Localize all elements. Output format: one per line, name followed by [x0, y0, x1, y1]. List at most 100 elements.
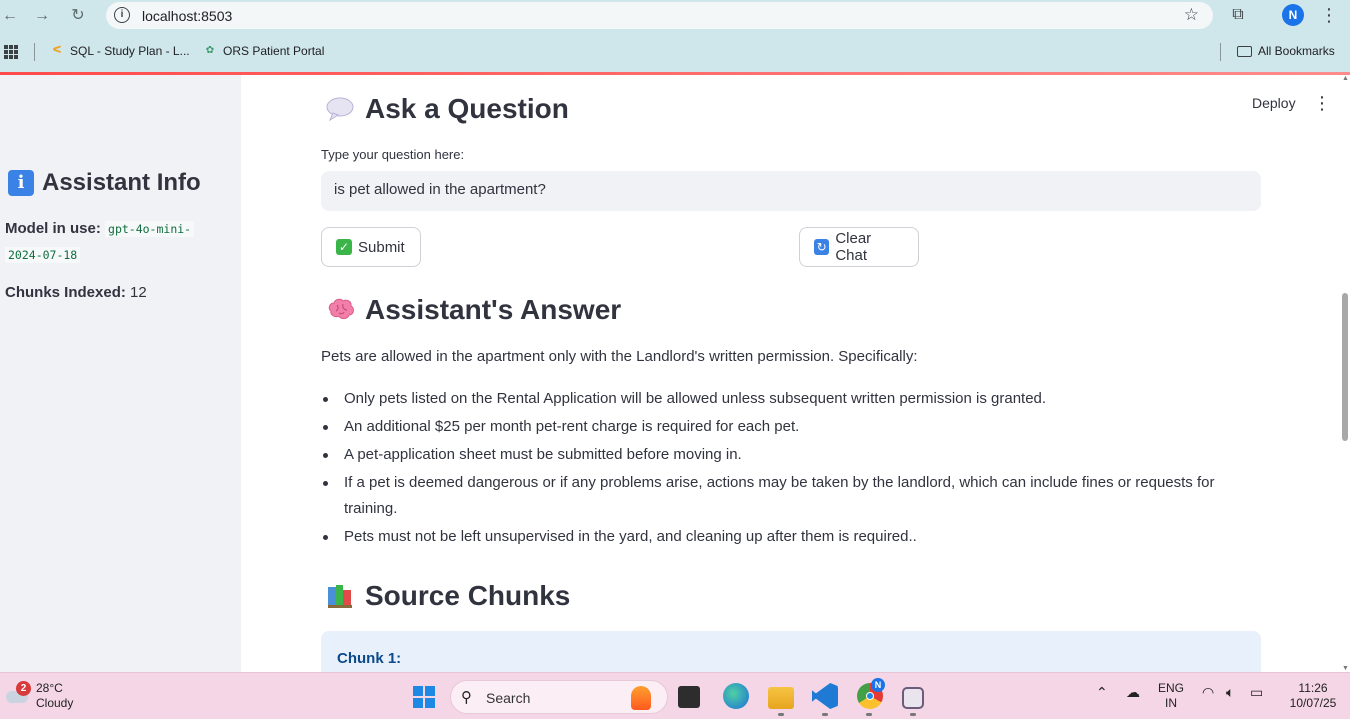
address-url[interactable]: localhost:8503 [142, 8, 232, 24]
chunks-value: 12 [130, 284, 147, 301]
scrollbar-thumb[interactable] [1342, 293, 1348, 441]
submit-label: Submit [358, 238, 405, 256]
app-menu-icon[interactable]: ⋮ [1313, 93, 1331, 114]
source-chunk-card: Chunk 1: [321, 631, 1261, 672]
back-arrow-icon[interactable]: ← [0, 6, 20, 26]
address-bar[interactable]: i localhost:8503 ☆ [106, 2, 1213, 29]
bookmark-label: ORS Patient Portal [223, 44, 325, 58]
bookmark-label: SQL - Study Plan - L... [70, 44, 190, 58]
profile-avatar[interactable]: N [1282, 4, 1304, 26]
taskbar-search[interactable]: ⚲ Search [450, 680, 668, 714]
scroll-down-icon[interactable]: ▼ [1342, 665, 1349, 672]
clock[interactable]: 11:26 10/07/25 [1283, 681, 1343, 711]
browser-toolbar: ← → ↻ i localhost:8503 ☆ ⧉ N ⋮ [0, 0, 1350, 32]
search-icon: ⚲ [461, 689, 472, 706]
books-icon [325, 581, 355, 611]
ask-question-title: Ask a Question [365, 93, 569, 124]
bookmark-star-icon[interactable]: ☆ [1184, 5, 1199, 25]
task-view-icon[interactable] [678, 686, 700, 708]
wifi-icon[interactable]: ◠ [1202, 685, 1214, 700]
vscode-icon[interactable] [812, 683, 838, 709]
scroll-up-icon[interactable]: ▲ [1342, 75, 1349, 82]
battery-icon[interactable]: ▭ [1250, 685, 1263, 700]
folder-icon [1237, 45, 1252, 57]
weather-text: 28°C Cloudy [36, 681, 73, 711]
all-bookmarks-button[interactable]: All Bookmarks [1237, 44, 1335, 58]
running-indicator [778, 713, 784, 716]
volume-icon[interactable]: 🔈︎ [1226, 685, 1234, 700]
search-placeholder: Search [486, 690, 531, 706]
list-item: An additional $25 per month pet-rent cha… [321, 414, 1221, 440]
answer-heading: Assistant's Answer [325, 294, 621, 326]
all-bookmarks-label: All Bookmarks [1258, 44, 1335, 58]
leetcode-icon: ᐸ [52, 45, 62, 56]
chunks-indexed: Chunks Indexed: 12 [5, 284, 147, 301]
list-item: A pet-application sheet must be submitte… [321, 442, 1221, 468]
model-value-part1: gpt-4o-mini- [105, 221, 195, 237]
sidebar-title-text: Assistant Info [42, 169, 201, 196]
model-info: Model in use: gpt-4o-mini- 2024-07-18 [5, 216, 235, 268]
main-content: Deploy ⋮ Ask a Question Type your questi… [241, 75, 1341, 672]
clock-date: 10/07/25 [1289, 696, 1337, 710]
checkmark-icon: ✓ [336, 239, 352, 255]
language-code: ENG [1158, 681, 1185, 695]
weather-badge: 2 [16, 681, 31, 696]
sources-title: Source Chunks [365, 580, 571, 611]
list-item: If a pet is deemed dangerous or if any p… [321, 470, 1221, 522]
bookmark-sql-study-plan[interactable]: ᐸ SQL - Study Plan - L... [50, 44, 190, 58]
speech-bubble-icon [325, 94, 355, 124]
chunk-title: Chunk 1: [337, 650, 402, 667]
clear-chat-button[interactable]: ↻ Clear Chat [799, 227, 919, 267]
bookmarks-bar: ᐸ SQL - Study Plan - L... ✿ ORS Patient … [0, 32, 1350, 72]
list-item: Pets must not be left unsupervised in th… [321, 524, 1221, 550]
apps-grid-icon[interactable] [4, 45, 18, 59]
forward-arrow-icon[interactable]: → [32, 6, 52, 26]
portal-icon: ✿ [205, 45, 215, 56]
chrome-profile-badge: N [871, 678, 885, 692]
bookmarks-divider [34, 43, 35, 61]
clock-time: 11:26 [1298, 681, 1328, 695]
question-input-label: Type your question here: [321, 147, 465, 162]
weather-condition: Cloudy [36, 696, 74, 710]
clear-chat-label: Clear Chat [835, 230, 872, 264]
temperature: 28°C [36, 681, 63, 695]
extensions-icon[interactable]: ⧉ [1228, 6, 1248, 26]
site-info-icon[interactable]: i [114, 7, 130, 23]
model-value-part2: 2024-07-18 [5, 247, 81, 263]
language-indicator[interactable]: ENG IN [1158, 681, 1184, 711]
deploy-button[interactable]: Deploy [1252, 95, 1296, 111]
question-input[interactable]: is pet allowed in the apartment? [321, 171, 1261, 211]
running-indicator [822, 713, 828, 716]
windows-taskbar: 2 28°C Cloudy ⚲ Search N ⌃ ☁ ENG IN ◠ 🔈︎… [0, 672, 1350, 719]
edge-icon[interactable] [723, 683, 749, 709]
brain-icon [325, 295, 355, 325]
info-icon: i [8, 170, 34, 196]
model-label: Model in use: [5, 220, 101, 237]
file-explorer-icon[interactable] [768, 687, 794, 709]
cloud-icon: 2 [4, 681, 31, 705]
bookmarks-divider [1220, 43, 1221, 61]
answer-intro: Pets are allowed in the apartment only w… [321, 348, 918, 365]
chunks-label: Chunks Indexed: [5, 284, 126, 301]
weather-widget[interactable]: 2 28°C Cloudy [4, 681, 73, 711]
running-indicator [866, 713, 872, 716]
region-code: IN [1165, 696, 1177, 710]
ask-question-heading: Ask a Question [325, 93, 569, 125]
answer-bullets: Only pets listed on the Rental Applicati… [321, 386, 1221, 552]
bookmark-ors-patient-portal[interactable]: ✿ ORS Patient Portal [203, 44, 325, 58]
browser-menu-icon[interactable]: ⋮ [1320, 5, 1338, 26]
submit-button[interactable]: ✓ Submit [321, 227, 421, 267]
sidebar: i Assistant Info Model in use: gpt-4o-mi… [0, 75, 241, 672]
running-indicator [910, 713, 916, 716]
reload-icon[interactable]: ↻ [68, 6, 88, 26]
windows-start-icon[interactable] [413, 686, 435, 708]
main-scrollbar[interactable]: ▲ ▼ [1341, 75, 1350, 672]
chrome-icon[interactable]: N [857, 678, 885, 709]
show-hidden-icons-icon[interactable]: ⌃ [1096, 685, 1108, 700]
sources-heading: Source Chunks [325, 580, 570, 612]
snipping-tool-icon[interactable] [902, 687, 924, 709]
sidebar-title: i Assistant Info [8, 169, 201, 197]
search-highlight-icon [631, 686, 651, 710]
onedrive-icon[interactable]: ☁ [1126, 685, 1140, 700]
answer-title: Assistant's Answer [365, 294, 622, 325]
